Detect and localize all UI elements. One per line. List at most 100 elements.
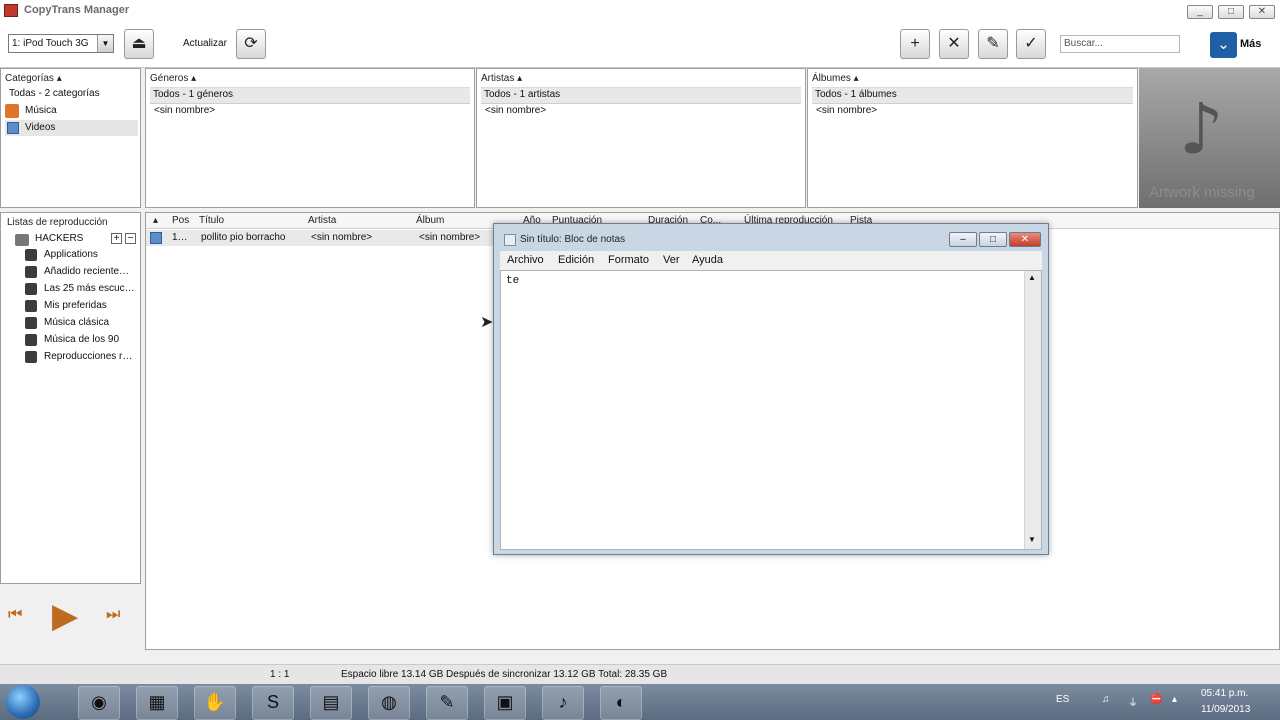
categories-header[interactable]: Categorías ▴ xyxy=(5,73,62,84)
close-button[interactable]: ✕ xyxy=(1249,5,1275,19)
skype-icon[interactable]: S xyxy=(252,686,294,720)
notepad-close-button[interactable]: ✕ xyxy=(1009,232,1041,247)
minimize-button[interactable]: _ xyxy=(1187,5,1213,19)
start-button[interactable] xyxy=(6,685,40,719)
category-music[interactable]: Música xyxy=(25,105,57,116)
more-chevron-icon[interactable]: ⌄ xyxy=(1210,32,1237,58)
volume-icon[interactable]: ♫ xyxy=(1102,694,1110,705)
column-title[interactable]: Título xyxy=(199,215,224,226)
genre-item[interactable]: <sin nombre> xyxy=(154,105,215,116)
check-icon: ✓ xyxy=(1024,35,1038,52)
apply-button[interactable]: ✓ xyxy=(1016,29,1046,59)
eject-button[interactable]: ⏏ xyxy=(124,29,154,59)
chevron-down-icon[interactable]: ▼ xyxy=(97,35,113,52)
app-icon xyxy=(4,4,18,17)
device-select-value: 1: iPod Touch 3G xyxy=(12,38,89,49)
window-title: CopyTrans Manager xyxy=(24,4,130,16)
artist-item[interactable]: <sin nombre> xyxy=(485,105,546,116)
playlist-icon xyxy=(25,300,37,312)
menu-ver[interactable]: Ver xyxy=(663,254,680,266)
status-space: Espacio libre 13.14 GB Después de sincro… xyxy=(341,669,668,680)
artists-header[interactable]: Artistas ▴ xyxy=(481,73,522,84)
notepad-window: Sin título: Bloc de notas – □ ✕ Archivo … xyxy=(493,223,1049,555)
artwork-placeholder: ♪ Artwork missing xyxy=(1139,68,1280,208)
add-tracks-button[interactable]: + xyxy=(900,29,930,59)
media-icon[interactable]: ◐ xyxy=(600,686,642,720)
scroll-up-icon[interactable]: ▲ xyxy=(1028,273,1036,282)
menu-formato[interactable]: Formato xyxy=(608,254,649,266)
refresh-icon: ⟳ xyxy=(244,35,258,52)
playlist-icon xyxy=(25,334,37,346)
genres-all[interactable]: Todos - 1 géneros xyxy=(150,87,470,104)
next-track-icon[interactable]: ⏭ xyxy=(106,606,120,624)
firefox-icon[interactable]: ◍ xyxy=(368,686,410,720)
delete-tracks-button[interactable]: ✕ xyxy=(939,29,969,59)
device-name[interactable]: HACKERS xyxy=(35,233,83,244)
previous-track-icon[interactable]: ⏮ xyxy=(8,606,22,624)
usb-icon[interactable]: ⏚ xyxy=(1128,694,1138,709)
notification-icon[interactable]: ▴ xyxy=(1172,694,1177,705)
language-indicator[interactable]: ES xyxy=(1056,694,1069,705)
edit-info-button[interactable]: ✎ xyxy=(978,29,1008,59)
eject-icon: ⏏ xyxy=(131,35,147,52)
column-artist[interactable]: Artista xyxy=(308,215,336,226)
scroll-down-icon[interactable]: ▼ xyxy=(1028,535,1036,544)
albums-all[interactable]: Todos - 1 álbumes xyxy=(812,87,1133,104)
remove-playlist-button[interactable]: − xyxy=(125,233,136,244)
menu-ayuda[interactable]: Ayuda xyxy=(692,254,723,266)
search-input[interactable]: Buscar... xyxy=(1060,35,1180,53)
ipod-icon xyxy=(15,234,29,246)
categories-panel: Categorías ▴ Todas - 2 categorías Música… xyxy=(0,68,141,208)
category-videos[interactable]: Videos xyxy=(25,122,55,133)
genres-header[interactable]: Géneros ▴ xyxy=(150,73,196,84)
playlist-icon xyxy=(25,249,37,261)
clock-time[interactable]: 05:41 p.m. xyxy=(1201,688,1248,699)
delete-file-icon: ✕ xyxy=(947,35,961,52)
genres-panel: Géneros ▴ Todos - 1 géneros <sin nombre> xyxy=(145,68,475,208)
menu-archivo[interactable]: Archivo xyxy=(507,254,544,266)
device-select[interactable]: 1: iPod Touch 3G ▼ xyxy=(8,34,114,53)
playlists-header: Listas de reproducción xyxy=(7,217,108,228)
albums-panel: Álbumes ▴ Todos - 1 álbumes <sin nombre> xyxy=(807,68,1138,208)
more-button-label[interactable]: Más xyxy=(1240,38,1261,50)
track-album: <sin nombre> xyxy=(419,232,481,243)
albums-header[interactable]: Álbumes ▴ xyxy=(812,73,859,84)
notepad-menubar: Archivo Edición Formato Ver Ayuda xyxy=(500,251,1042,270)
play-icon[interactable]: ▶ xyxy=(52,596,78,636)
notepad-maximize-button[interactable]: □ xyxy=(979,232,1007,247)
notepad-text-area[interactable]: te ▲ ▼ xyxy=(500,270,1042,550)
notepad-taskbar-icon[interactable]: ✎ xyxy=(426,686,468,720)
maximize-button[interactable]: □ xyxy=(1218,5,1244,19)
categories-all[interactable]: Todas - 2 categorías xyxy=(9,88,100,99)
video-icon xyxy=(7,122,19,134)
notepad-minimize-button[interactable]: – xyxy=(949,232,977,247)
add-playlist-button[interactable]: + xyxy=(111,233,122,244)
track-artist: <sin nombre> xyxy=(311,232,373,243)
refresh-button[interactable]: ⟳ xyxy=(236,29,266,59)
menu-edicion[interactable]: Edición xyxy=(558,254,594,266)
sort-arrow-icon[interactable]: ▴ xyxy=(153,215,158,226)
column-pos[interactable]: Pos xyxy=(172,215,189,226)
playlist-icon xyxy=(25,283,37,295)
copytrans-icon[interactable]: ♪ xyxy=(542,686,584,720)
artists-all[interactable]: Todos - 1 artistas xyxy=(481,87,801,104)
baseball-glove-icon[interactable]: ✋ xyxy=(194,686,236,720)
clock-date[interactable]: 11/09/2013 xyxy=(1201,704,1250,715)
edit-icon: ✎ xyxy=(986,35,1000,52)
album-item[interactable]: <sin nombre> xyxy=(816,105,877,116)
status-bar: 1 : 1 Espacio libre 13.14 GB Después de … xyxy=(0,664,1280,684)
apps-grid-icon[interactable]: ▦ xyxy=(136,686,178,720)
notepad-icon xyxy=(504,234,516,246)
playlist-icon xyxy=(25,317,37,329)
column-album[interactable]: Álbum xyxy=(416,215,444,226)
notepad-scrollbar[interactable]: ▲ ▼ xyxy=(1024,271,1041,549)
playlist-icon xyxy=(25,351,37,363)
chrome-icon[interactable]: ◉ xyxy=(78,686,120,720)
playlists-panel: Listas de reproducción HACKERS + − Appli… xyxy=(0,212,141,584)
notepad-title: Sin título: Bloc de notas xyxy=(520,234,626,245)
network-icon[interactable]: ⛔ xyxy=(1150,694,1162,705)
track-title: pollito pio borracho xyxy=(201,232,286,243)
taskbar: ◉ ▦ ✋ S ▤ ◍ ✎ ▣ ♪ ◐ ES ♫ ⏚ ⛔ ▴ 05:41 p.m… xyxy=(0,684,1280,720)
folder-icon[interactable]: ▤ xyxy=(310,686,352,720)
film-icon[interactable]: ▣ xyxy=(484,686,526,720)
